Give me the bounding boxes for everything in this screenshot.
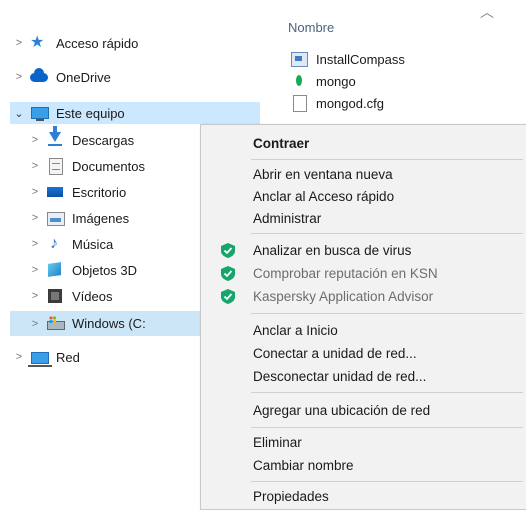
file-name: mongod.cfg	[316, 95, 384, 111]
network-icon	[28, 349, 52, 367]
chevron-right-icon[interactable]: >	[26, 186, 44, 198]
computer-icon	[30, 105, 49, 121]
chevron-right-icon[interactable]: >	[10, 351, 28, 363]
nav-item-onedrive[interactable]: > OneDrive	[10, 66, 260, 88]
menu-item-map-network-drive[interactable]: Conectar a unidad de red...	[201, 341, 526, 365]
nav-item-label: Objetos 3D	[72, 262, 138, 278]
menu-item-label: Agregar una ubicación de red	[253, 402, 431, 418]
file-name: InstallCompass	[316, 51, 405, 67]
menu-item-label: Kaspersky Application Advisor	[253, 288, 434, 304]
file-item-mongod-cfg[interactable]: mongod.cfg	[290, 92, 384, 114]
menu-item-delete[interactable]: Eliminar	[201, 430, 526, 454]
pictures-icon	[46, 210, 65, 226]
nav-item-label: Este equipo	[56, 105, 125, 121]
videos-icon	[46, 288, 64, 304]
sort-ascending-icon[interactable]: ︿	[480, 2, 494, 22]
menu-item-collapse[interactable]: Contraer	[201, 131, 526, 155]
kaspersky-shield-icon	[221, 266, 235, 281]
menu-item-check-ksn-reputation[interactable]: Comprobar reputación en KSN	[201, 261, 526, 285]
chevron-right-icon[interactable]: >	[26, 134, 44, 146]
menu-item-label: Comprobar reputación en KSN	[253, 265, 438, 281]
chevron-down-icon[interactable]: ⌄	[10, 107, 28, 120]
menu-separator	[251, 159, 523, 160]
nav-item-this-pc[interactable]: ⌄ Este equipo	[10, 102, 260, 124]
menu-item-label: Eliminar	[253, 434, 302, 450]
menu-item-label: Anclar al Acceso rápido	[253, 188, 395, 204]
menu-item-label: Cambiar nombre	[253, 457, 354, 473]
file-icon	[290, 95, 308, 112]
menu-separator	[251, 427, 523, 428]
nav-item-label: OneDrive	[56, 69, 111, 85]
nav-item-label: Escritorio	[72, 184, 127, 200]
nav-item-label: Windows (C:	[72, 316, 146, 331]
menu-item-label: Abrir en ventana nueva	[253, 166, 393, 182]
chevron-right-icon[interactable]: >	[26, 238, 44, 250]
menu-item-open-new-window[interactable]: Abrir en ventana nueva	[201, 162, 526, 186]
menu-separator	[251, 481, 523, 482]
menu-item-label: Conectar a unidad de red...	[253, 345, 417, 361]
nav-item-label: Acceso rápido	[56, 35, 139, 51]
drive-icon	[46, 316, 65, 332]
music-icon: ♪	[50, 235, 58, 252]
menu-separator	[251, 313, 523, 314]
menu-item-rename[interactable]: Cambiar nombre	[201, 453, 526, 477]
mongodb-leaf-icon	[290, 73, 308, 89]
chevron-right-icon[interactable]: >	[26, 212, 44, 224]
nav-item-label: Vídeos	[72, 288, 113, 304]
kaspersky-shield-icon	[221, 289, 235, 304]
menu-item-properties[interactable]: Propiedades	[201, 484, 526, 508]
nav-item-label: Imágenes	[72, 210, 130, 226]
menu-item-kaspersky-advisor[interactable]: Kaspersky Application Advisor	[201, 284, 526, 308]
cloud-icon	[30, 68, 48, 85]
file-item-mongo[interactable]: mongo	[290, 70, 356, 92]
nav-item-label: Descargas	[72, 132, 135, 148]
menu-item-label: Anclar a Inicio	[253, 322, 338, 338]
menu-item-pin-start[interactable]: Anclar a Inicio	[201, 318, 526, 342]
menu-separator	[251, 233, 523, 234]
file-item-installcompass[interactable]: InstallCompass	[290, 48, 405, 70]
menu-item-label: Administrar	[253, 210, 322, 226]
documents-icon	[46, 158, 64, 175]
context-menu: Contraer Abrir en ventana nueva Anclar a…	[200, 124, 526, 510]
menu-item-manage[interactable]: Administrar	[201, 206, 526, 230]
chevron-right-icon[interactable]: >	[10, 37, 28, 49]
menu-item-label: Contraer	[253, 135, 310, 151]
nav-item-label: Música	[72, 236, 114, 252]
nav-item-label: Red	[56, 349, 80, 365]
desktop-icon	[46, 184, 64, 200]
menu-separator	[251, 392, 523, 393]
chevron-right-icon[interactable]: >	[26, 264, 44, 276]
menu-item-add-network-location[interactable]: Agregar una ubicación de red	[201, 398, 526, 422]
chevron-right-icon[interactable]: >	[26, 290, 44, 302]
menu-item-label: Analizar en busca de virus	[253, 242, 412, 258]
downloads-icon	[46, 126, 64, 148]
kaspersky-shield-icon	[221, 243, 235, 258]
menu-item-scan-virus[interactable]: Analizar en busca de virus	[201, 238, 526, 262]
menu-item-disconnect-network-drive[interactable]: Desconectar unidad de red...	[201, 364, 526, 388]
menu-item-label: Propiedades	[253, 488, 329, 504]
column-header-name[interactable]: Nombre	[288, 20, 334, 35]
installer-icon	[290, 51, 308, 67]
chevron-right-icon[interactable]: >	[26, 318, 44, 330]
file-name: mongo	[316, 73, 356, 89]
menu-item-label: Desconectar unidad de red...	[253, 368, 427, 384]
star-icon: ★	[30, 34, 45, 51]
nav-item-label: Documentos	[72, 158, 145, 174]
menu-item-pin-quick-access[interactable]: Anclar al Acceso rápido	[201, 184, 526, 208]
nav-item-quick-access[interactable]: > ★ Acceso rápido	[10, 32, 260, 54]
chevron-right-icon[interactable]: >	[26, 160, 44, 172]
chevron-right-icon[interactable]: >	[10, 71, 28, 83]
objects3d-icon	[46, 262, 64, 278]
